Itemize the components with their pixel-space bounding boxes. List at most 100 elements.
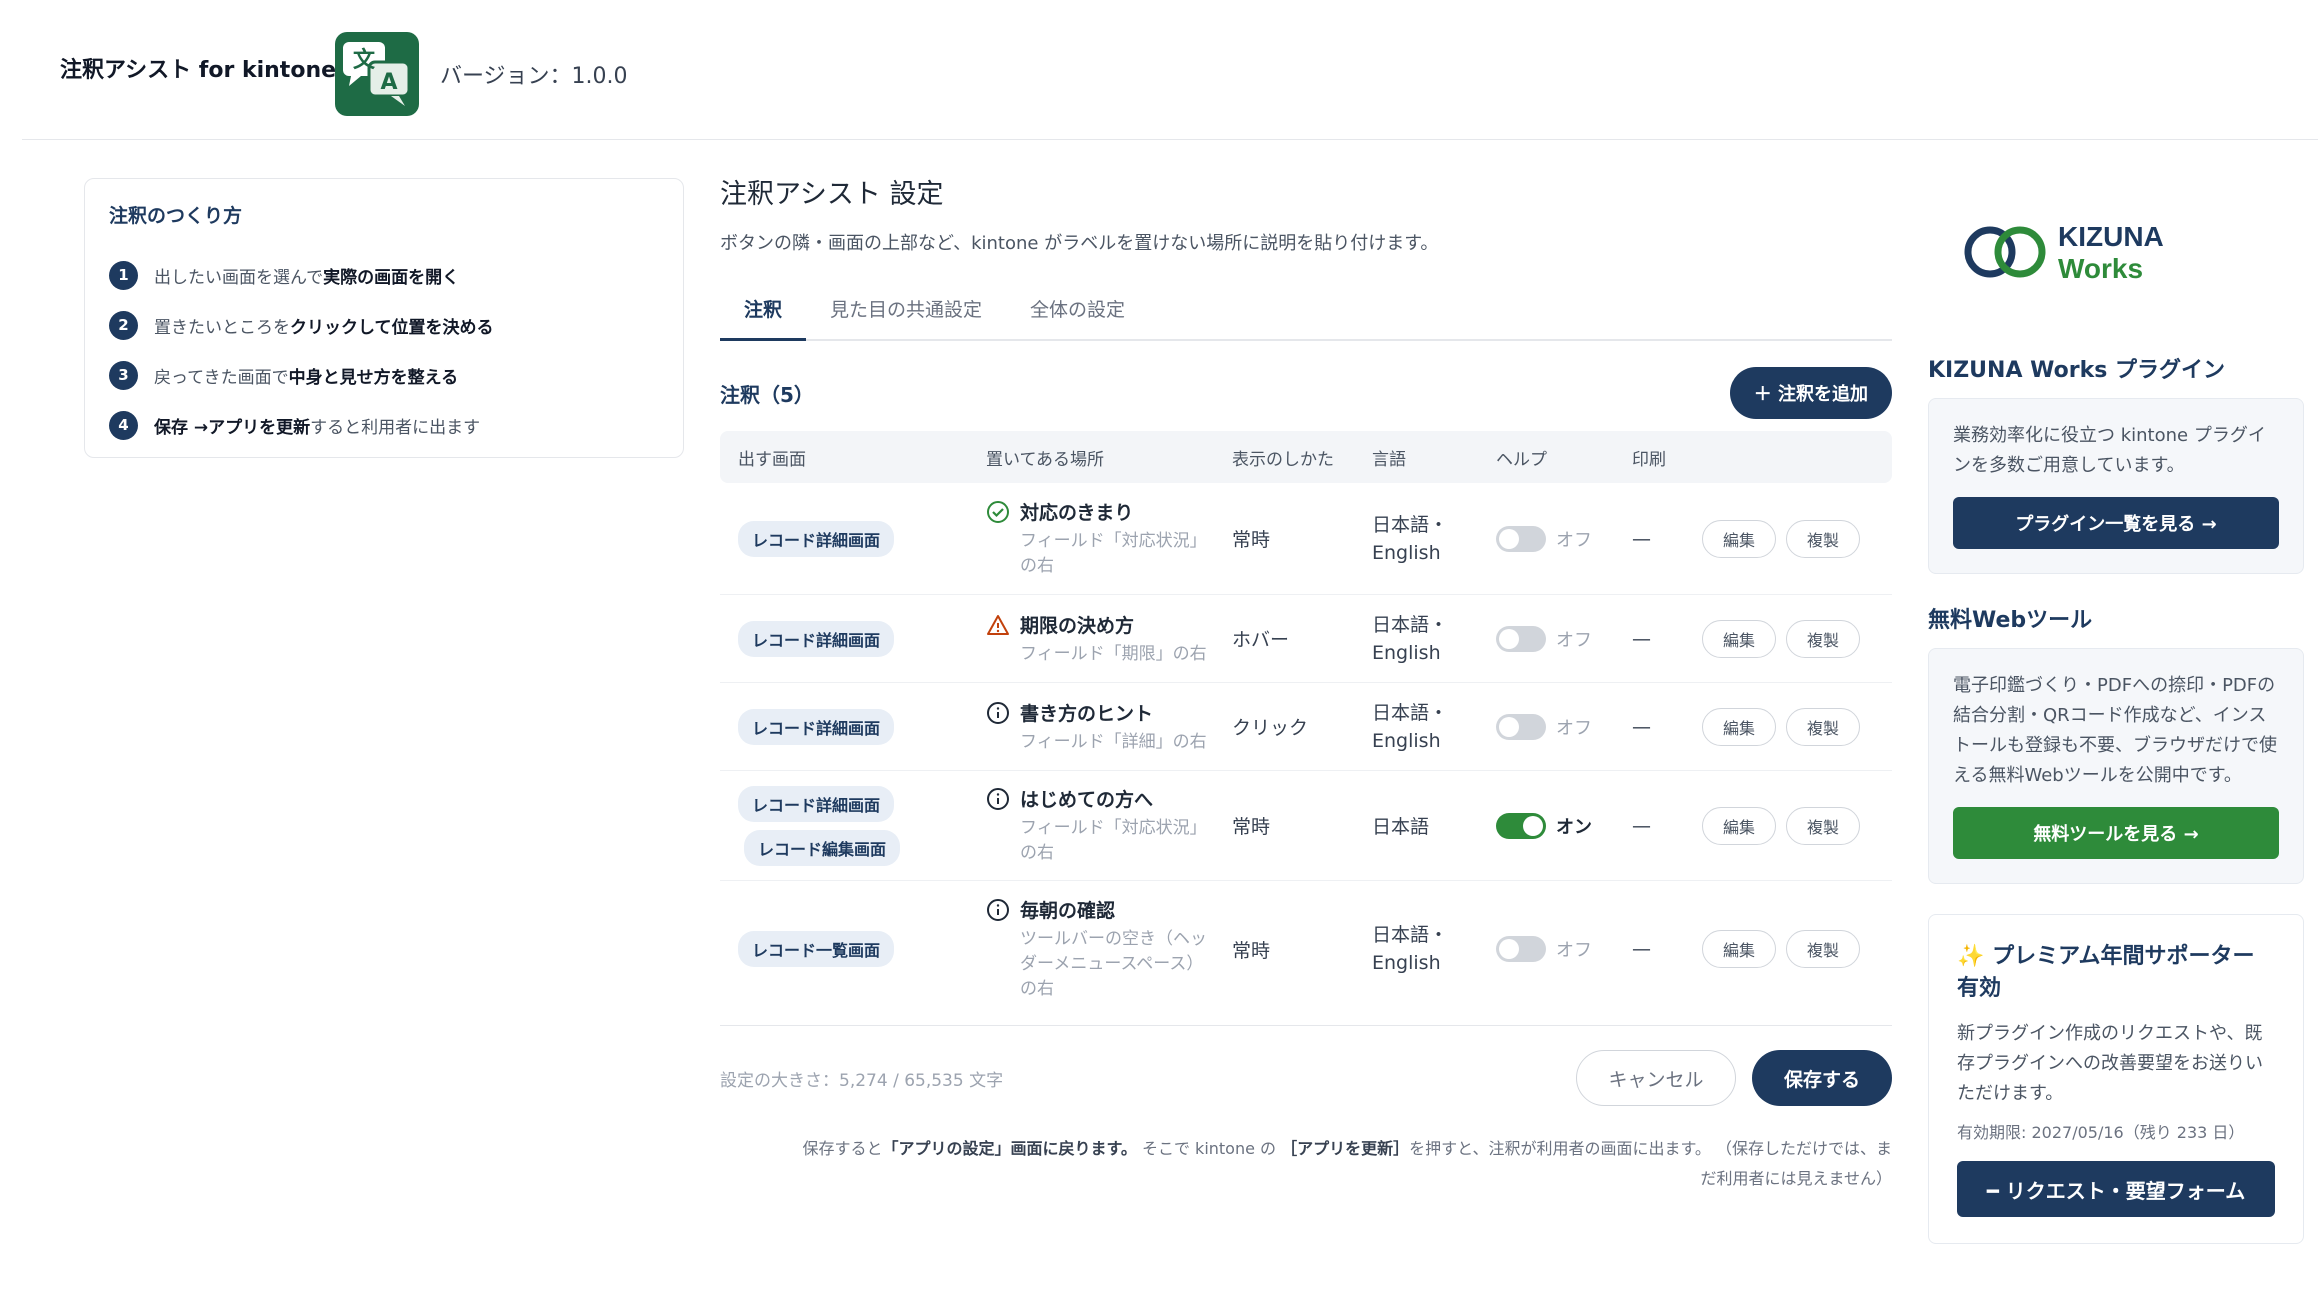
tab-appearance[interactable]: 見た目の共通設定 — [806, 285, 1006, 341]
annotation-name: はじめての方へ — [1020, 789, 1154, 811]
help-toggle[interactable] — [1496, 713, 1546, 740]
annotation-location: フィールド「詳細」の右 — [1020, 731, 1207, 752]
print-value: — — [1632, 627, 1651, 650]
save-button[interactable]: 保存する — [1752, 1050, 1892, 1106]
tools-text: 電子印鑑づくり・PDFへの捺印・PDFの結合分割・QRコード作成など、インストー… — [1953, 675, 2277, 786]
column-header: 置いてある場所 — [986, 449, 1104, 470]
language: 日本語・English — [1372, 701, 1449, 752]
free-tools-button[interactable]: 無料ツールを見る → — [1953, 807, 2279, 859]
tools-heading: 無料Webツール — [1928, 608, 2093, 633]
sidebar: KIZUNA Works KIZUNA Works プラグイン 業務効率化に役立… — [1928, 172, 2304, 1244]
settings-size: 設定の大きさ：5,274 / 65,535 文字 — [720, 1070, 1004, 1091]
annotation-name: 期限の決め方 — [1020, 614, 1135, 637]
edit-button[interactable]: 編集 — [1702, 519, 1776, 558]
kizuna-logo-icon: KIZUNA Works — [1964, 221, 2164, 284]
table-row: レコード詳細画面 期限の決め方フィールド「期限」の右 ホバー 日本語・Engli… — [720, 595, 1892, 683]
plugin-text: 業務効率化に役立つ kintone プラグインを多数ご用意しています。 — [1953, 425, 2266, 476]
edit-button[interactable]: 編集 — [1702, 707, 1776, 746]
step-number: 2 — [109, 310, 138, 340]
table-row: レコード一覧画面 毎朝の確認 ツールバーの空き（ヘッダーメニュースペース）の右 常… — [720, 881, 1892, 1017]
note-part: だ利用者には見えません） — [1700, 1169, 1892, 1188]
annotation-location: フィールド「期限」の右 — [1020, 643, 1207, 664]
help-toggle-label: オフ — [1556, 629, 1592, 651]
plugin-list-button[interactable]: プラグイン一覧を見る → — [1953, 497, 2279, 549]
language: 日本語・English — [1372, 924, 1449, 974]
edit-button[interactable]: 編集 — [1702, 619, 1776, 658]
help-toggle[interactable] — [1496, 625, 1546, 652]
step-text-post: すると利用者に出ます — [310, 417, 481, 438]
screen-badge: レコード編集画面 — [744, 829, 901, 866]
guide-panel: 注釈のつくり方 1 出したい画面を選んで 実際の画面を開く 2 置きたいところをク… — [84, 178, 684, 458]
check-circle-icon — [987, 501, 1009, 523]
duplicate-button[interactable]: 複製 — [1786, 930, 1860, 968]
info-icon — [987, 899, 1009, 921]
cancel-button[interactable]: キャンセル — [1576, 1050, 1736, 1106]
annotation-name: 対応のきまり — [1020, 502, 1134, 524]
duplicate-button[interactable]: 複製 — [1786, 519, 1860, 558]
duplicate-button[interactable]: 複製 — [1786, 806, 1860, 845]
annotation-location: フィールド「対応状況」の右 — [1020, 531, 1207, 576]
guide-step: 2 置きたいところを クリックして位置を決める — [109, 300, 659, 350]
table-header: 出す画面 置いてある場所 表示のしかた 言語 ヘルプ 印刷 — [720, 431, 1892, 483]
display-mode: 常時 — [1232, 529, 1271, 551]
note-part: を押すと、注釈が利用者の画面に出ます。 （保存しただけでは、ま — [1409, 1139, 1892, 1158]
step-number: 4 — [109, 410, 138, 440]
step-bold: 保存 →アプリを更新 — [154, 417, 311, 438]
add-annotation-button[interactable]: ＋ 注釈を追加 — [1729, 367, 1892, 419]
app-title: 注釈アシスト for kintone — [60, 58, 337, 83]
help-toggle-label: オフ — [1556, 717, 1592, 739]
step-number: 1 — [109, 260, 138, 290]
warning-icon — [987, 614, 1009, 635]
annotation-location: フィールド「対応状況」の右 — [1020, 818, 1207, 863]
app-logo-icon: 文 A — [335, 32, 419, 116]
version-label: バージョン：1.0.0 — [440, 64, 628, 89]
screen-badge: レコード詳細画面 — [738, 708, 895, 745]
table-row: レコード詳細画面 対応のきまり フィールド「対応状況」の右 常時 日本語・Engl… — [720, 483, 1892, 595]
tab-annotations[interactable]: 注釈 — [720, 285, 807, 341]
edit-button[interactable]: 編集 — [1702, 930, 1776, 968]
guide-step: 1 出したい画面を選んで 実際の画面を開く — [109, 250, 659, 300]
kizuna-works-logo: KIZUNA Works — [1928, 172, 2304, 322]
duplicate-button[interactable]: 複製 — [1786, 707, 1860, 746]
step-text: 出したい画面を選んで — [154, 267, 324, 288]
premium-text: 新プラグイン作成のリクエストや、既存プラグインへの改善要望をお送りいただけます。 — [1957, 1023, 2263, 1104]
print-value: — — [1632, 527, 1651, 550]
note-part: そこで kintone の — [1136, 1139, 1282, 1158]
annotation-location: ツールバーの空き（ヘッダーメニュースペース）の右 — [1020, 929, 1207, 999]
info-icon — [987, 788, 1009, 810]
step-bold: 実際の画面を開く — [323, 267, 460, 288]
language: 日本語・English — [1372, 613, 1449, 664]
duplicate-button[interactable]: 複製 — [1786, 619, 1860, 658]
help-toggle[interactable] — [1496, 936, 1546, 962]
help-toggle[interactable] — [1496, 812, 1546, 839]
tab-bar: 注釈 見た目の共通設定 全体の設定 — [720, 285, 1892, 341]
screen-badge: レコード詳細画面 — [738, 620, 895, 657]
request-form-button[interactable]: ━ リクエスト・要望フォーム — [1957, 1161, 2275, 1217]
display-mode: 常時 — [1232, 816, 1271, 838]
column-header: 言語 — [1372, 449, 1406, 470]
info-icon — [987, 701, 1009, 724]
section-title: 注釈（5） — [720, 382, 814, 407]
display-mode: クリック — [1232, 717, 1309, 739]
display-mode: ホバー — [1232, 629, 1290, 651]
tab-global-settings[interactable]: 全体の設定 — [1006, 285, 1149, 341]
top-bar: 注釈アシスト for kintone 文 A バージョン：1.0.0 — [22, 0, 2318, 140]
logo-glyph-1: 文 — [353, 47, 376, 73]
premium-expiry: 有効期限: 2027/05/16（残り 233 日） — [1957, 1123, 2245, 1142]
screen-badge: レコード一覧画面 — [738, 931, 895, 967]
column-header: 表示のしかた — [1232, 449, 1334, 470]
column-header: 印刷 — [1632, 449, 1666, 470]
guide-step: 3 戻ってきた画面で 中身と見せ方を整える — [109, 350, 659, 400]
column-header: ヘルプ — [1496, 449, 1547, 470]
language: 日本語 — [1372, 816, 1430, 838]
help-toggle[interactable] — [1496, 525, 1546, 552]
step-number: 3 — [109, 360, 138, 390]
screen-badge: レコード詳細画面 — [738, 785, 895, 822]
edit-button[interactable]: 編集 — [1702, 806, 1776, 845]
note-bold: ［アプリを更新］ — [1281, 1139, 1410, 1158]
language: 日本語・English — [1372, 513, 1449, 564]
print-value: — — [1632, 938, 1651, 960]
footer-bar: 設定の大きさ：5,274 / 65,535 文字 キャンセル 保存する — [720, 1025, 1892, 1106]
page-title: 注釈アシスト 設定 — [720, 179, 944, 210]
column-header: 出す画面 — [738, 449, 806, 470]
